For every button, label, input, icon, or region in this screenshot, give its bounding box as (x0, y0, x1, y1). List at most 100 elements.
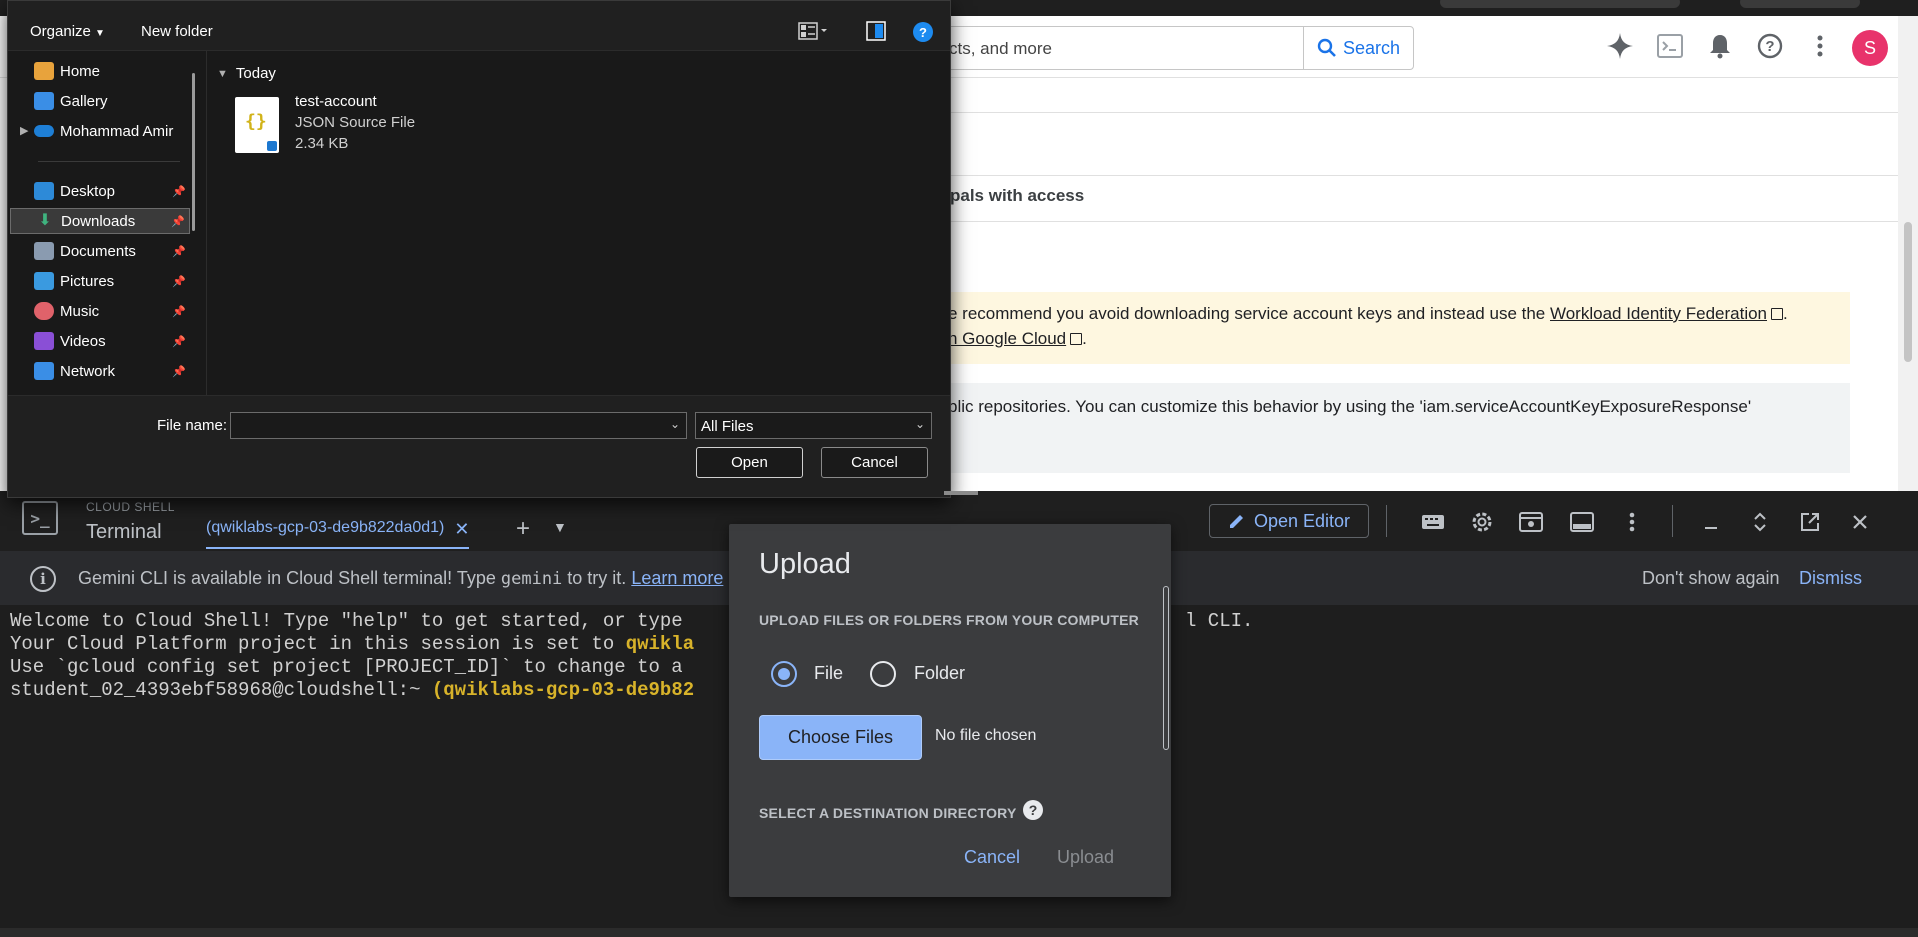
open-in-new-window-icon[interactable] (1797, 509, 1823, 535)
avatar[interactable]: S (1852, 30, 1888, 66)
browser-tab[interactable] (1440, 0, 1680, 8)
folder-radio-label[interactable]: Folder (914, 663, 965, 684)
minimize-icon[interactable] (1698, 509, 1724, 535)
toolbar-separator (1386, 505, 1387, 537)
keyboard-icon[interactable] (1420, 509, 1446, 535)
pin-icon[interactable]: 📌 (167, 215, 189, 228)
pin-icon[interactable]: 📌 (168, 245, 190, 258)
scrollbar-thumb[interactable] (1904, 222, 1912, 362)
file-size: 2.34 KB (295, 135, 349, 152)
dont-show-again-button[interactable]: Don't show again (1642, 568, 1780, 589)
group-header-today[interactable]: ▼ Today (217, 65, 276, 82)
sidebar-item-pictures[interactable]: Pictures 📌 (10, 268, 190, 294)
terminal-line: Your Cloud Platform project in this sess… (10, 633, 694, 656)
settings-gear-icon[interactable] (1469, 509, 1495, 535)
cancel-button[interactable]: Cancel (821, 447, 928, 478)
pin-icon[interactable]: 📌 (168, 365, 190, 378)
sidebar-item-videos[interactable]: Videos 📌 (10, 328, 190, 354)
pin-icon[interactable]: 📌 (168, 185, 190, 198)
sidebar-item-documents[interactable]: Documents 📌 (10, 238, 190, 264)
list-item[interactable]: {} test-account JSON Source File 2.34 KB (235, 93, 495, 159)
session-tab-label[interactable]: (qwiklabs-gcp-03-de9b822da0d1) (206, 519, 444, 537)
layout-icon[interactable] (1569, 509, 1595, 535)
help-icon[interactable]: ? (913, 22, 933, 42)
upload-button[interactable]: Upload (1057, 847, 1114, 868)
sidebar-item-label: Documents (60, 242, 136, 260)
chevron-down-icon[interactable]: ▼ (217, 68, 228, 80)
terminal-prompt-project: (qwiklabs-gcp-03-de9b82 (431, 679, 695, 701)
sidebar-item-music[interactable]: Music 📌 (10, 298, 190, 324)
close-tab-icon[interactable]: ✕ (454, 519, 469, 540)
open-editor-button[interactable]: Open Editor (1209, 504, 1369, 538)
open-button[interactable]: Open (696, 447, 803, 478)
search-button[interactable]: Search (1303, 27, 1413, 69)
tab-session[interactable]: (qwiklabs-gcp-03-de9b822da0d1) ✕ (206, 519, 470, 549)
file-radio[interactable] (771, 661, 797, 687)
web-preview-icon[interactable] (1518, 509, 1544, 535)
file-type-filter[interactable]: All Files ⌄ (695, 412, 932, 439)
cloud-shell-label: CLOUD SHELL (86, 500, 175, 514)
home-icon (34, 62, 54, 80)
file-radio-label[interactable]: File (814, 663, 843, 684)
help-icon[interactable]: ? (1023, 800, 1043, 820)
file-name: test-account (295, 93, 377, 110)
google-cloud-link[interactable]: n Google Cloud (948, 329, 1066, 348)
resize-grip[interactable] (944, 491, 978, 495)
workload-identity-link[interactable]: Workload Identity Federation (1550, 304, 1767, 323)
gallery-icon (34, 92, 54, 110)
expand-icon[interactable] (1747, 509, 1773, 535)
tab-principals-with-access[interactable]: pals with access (950, 186, 1084, 206)
sidebar-item-network[interactable]: Network 📌 (10, 358, 190, 384)
file-name-label: File name: (157, 417, 228, 434)
more-vert-icon[interactable] (1619, 509, 1645, 535)
terminal-output[interactable]: Welcome to Cloud Shell! Type "help" to g… (10, 610, 1253, 702)
terminal-scrollbar[interactable] (1898, 605, 1918, 937)
search-input[interactable]: cts, and more (949, 39, 1052, 59)
key-warning-banner: e recommend you avoid downloading servic… (940, 292, 1850, 364)
sidebar-item-desktop[interactable]: Desktop 📌 (10, 178, 190, 204)
choose-files-button[interactable]: Choose Files (759, 715, 922, 760)
close-icon[interactable] (1847, 509, 1873, 535)
pin-icon[interactable]: 📌 (168, 335, 190, 348)
pin-icon[interactable]: 📌 (168, 275, 190, 288)
sidebar-item-gallery[interactable]: Gallery (10, 88, 190, 114)
chevron-down-icon[interactable]: ⌄ (670, 417, 680, 431)
terminal-text: Welcome to Cloud Shell! Type "help" to g… (10, 610, 683, 632)
key-exposure-info-banner: blic repositories. You can customize thi… (940, 383, 1850, 473)
file-name-input[interactable]: ⌄ (230, 412, 687, 439)
help-icon[interactable]: ? (1756, 32, 1784, 60)
info-text: blic repositories. You can customize thi… (948, 397, 1752, 416)
dismiss-button[interactable]: Dismiss (1799, 568, 1862, 589)
external-link-icon (1771, 308, 1784, 320)
sidebar-item-downloads[interactable]: ⬇ Downloads 📌 (10, 208, 190, 234)
page-scrollbar[interactable] (1898, 16, 1918, 491)
sidebar-item-label: Downloads (61, 212, 136, 230)
chevron-down-icon[interactable]: ▼ (553, 519, 567, 535)
new-folder-button[interactable]: New folder (141, 23, 213, 40)
cloud-shell-icon[interactable] (1656, 32, 1684, 60)
console-search-box[interactable]: cts, and more Search (940, 26, 1414, 70)
cancel-button[interactable]: Cancel (964, 847, 1020, 868)
pencil-icon (1229, 515, 1243, 528)
dialog-scrollbar[interactable] (1163, 586, 1169, 750)
organize-menu[interactable]: Organize ▼ (30, 23, 105, 40)
upload-section-heading: UPLOAD FILES OR FOLDERS FROM YOUR COMPUT… (759, 612, 1139, 628)
more-vert-icon[interactable] (1806, 32, 1834, 60)
add-tab-icon[interactable]: + (516, 515, 530, 543)
notifications-icon[interactable] (1706, 32, 1734, 60)
preview-pane-icon[interactable] (866, 21, 886, 41)
sidebar-item-onedrive[interactable]: Mohammad Amir (10, 118, 190, 144)
json-file-icon: {} (235, 97, 279, 153)
toolbar-separator (1672, 505, 1673, 537)
browser-tab[interactable] (1740, 0, 1860, 8)
file-dialog-toolbar: Organize ▼ New folder ? (8, 1, 950, 51)
sidebar-item-home[interactable]: Home (10, 58, 190, 84)
banner-text-b: to try it. (562, 568, 632, 588)
pin-icon[interactable]: 📌 (168, 305, 190, 318)
gemini-sparkle-icon[interactable] (1606, 32, 1634, 60)
view-options-icon[interactable] (798, 21, 827, 41)
learn-more-link[interactable]: Learn more (631, 568, 723, 588)
nav-scrollbar[interactable] (192, 73, 195, 231)
network-icon (34, 362, 54, 380)
folder-radio[interactable] (870, 661, 896, 687)
